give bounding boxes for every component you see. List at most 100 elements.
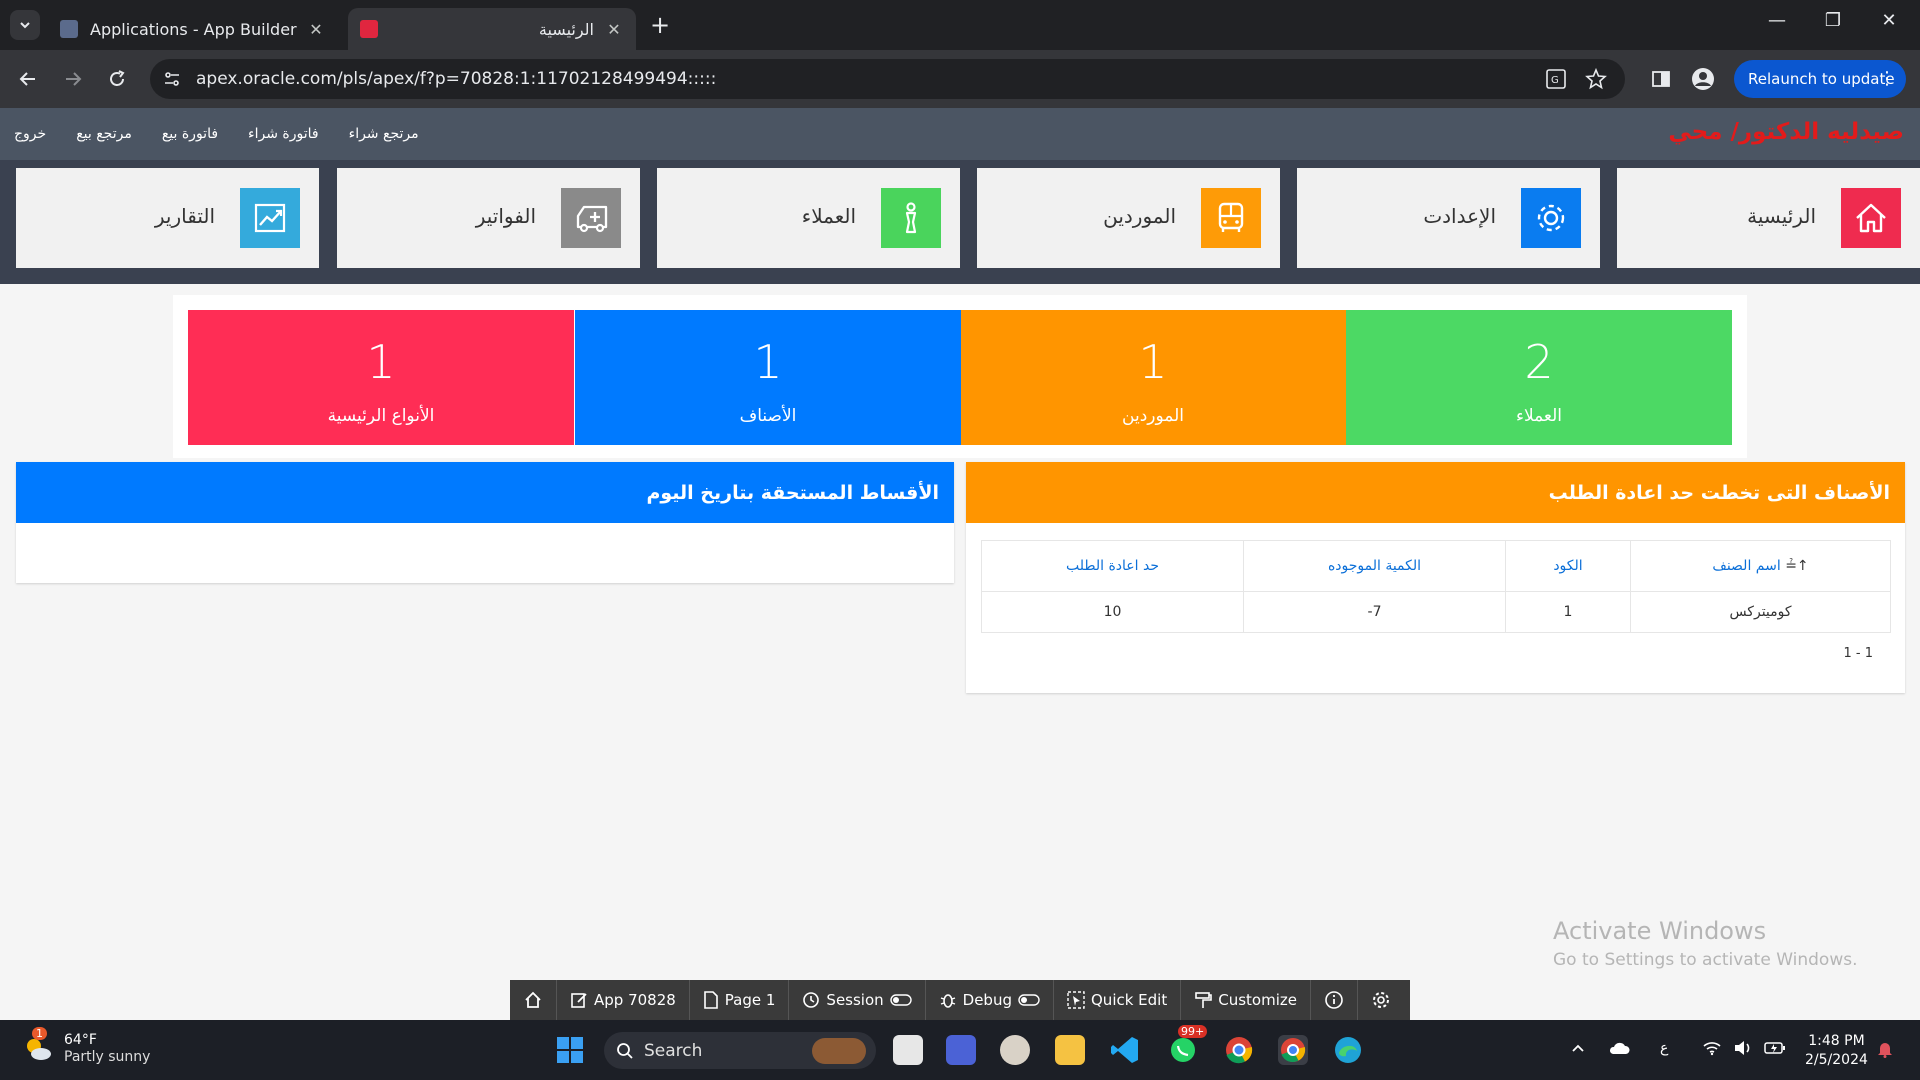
dev-home-button[interactable] — [510, 980, 557, 1020]
stat-suppliers[interactable]: 1 الموردين — [960, 310, 1346, 445]
whatsapp-badge: 99+ — [1178, 1025, 1208, 1038]
dev-debug-button[interactable]: Debug — [926, 980, 1054, 1020]
edit-icon — [571, 993, 587, 1008]
person-icon — [881, 188, 941, 248]
chrome-icon[interactable] — [1224, 1035, 1254, 1065]
teams-icon[interactable] — [946, 1035, 976, 1065]
reorder-panel: الأصناف التى تخطت حد اعادة الطلب ↑≟ اسم … — [966, 462, 1905, 693]
window-close-icon[interactable]: ✕ — [1874, 10, 1904, 31]
app-header: خروج مرتجع بيع فاتورة بيع فاتورة شراء مر… — [0, 108, 1920, 160]
table-row: كوميتركس 1 7- 10 — [981, 591, 1891, 633]
restore-icon[interactable]: ❐ — [1818, 10, 1848, 31]
clock-date: 2/5/2024 — [1805, 1052, 1868, 1068]
wifi-icon[interactable] — [1702, 1040, 1722, 1056]
translate-icon[interactable]: G — [1545, 68, 1567, 90]
stat-main-categories[interactable]: 1 الأنواع الرئيسية — [188, 310, 574, 445]
column-header-item-name[interactable]: ↑≟ اسم الصنف — [1630, 540, 1891, 592]
nav-link-sales-return[interactable]: مرتجع بيع — [76, 126, 132, 142]
bookmark-star-icon[interactable] — [1585, 68, 1607, 90]
app-brand-title[interactable]: صيدليه الدكتور/ محي — [1668, 119, 1904, 145]
java-coffee-icon[interactable] — [1000, 1035, 1030, 1065]
chrome-active-icon[interactable] — [1278, 1035, 1308, 1065]
top-nav: خروج مرتجع بيع فاتورة بيع فاتورة شراء مر… — [14, 126, 419, 142]
column-header-code[interactable]: الكود — [1505, 540, 1631, 592]
stat-label: الموردين — [1122, 406, 1184, 426]
column-header-reorder-limit[interactable]: حد اعادة الطلب — [981, 540, 1244, 592]
dev-page-button[interactable]: Page 1 — [690, 980, 790, 1020]
card-settings[interactable]: الإعدادت — [1297, 168, 1600, 268]
new-tab-button[interactable]: + — [650, 12, 670, 38]
search-label: Search — [644, 1040, 703, 1061]
relaunch-button[interactable]: Relaunch to update ⋮ — [1734, 60, 1906, 98]
back-icon[interactable] — [15, 66, 41, 92]
notification-bell-icon[interactable] — [1876, 1040, 1894, 1058]
stat-items[interactable]: 1 الأصناف — [575, 310, 961, 445]
column-header-quantity[interactable]: الكمية الموجوده — [1243, 540, 1506, 592]
card-suppliers[interactable]: الموردين — [977, 168, 1280, 268]
card-label: الرئيسية — [1747, 204, 1816, 228]
dev-session-button[interactable]: Session — [789, 980, 926, 1020]
card-reports[interactable]: التقارير — [16, 168, 319, 268]
table-header-row: ↑≟ اسم الصنف الكود الكمية الموجوده حد اع… — [981, 540, 1891, 592]
card-customers[interactable]: العملاء — [657, 168, 960, 268]
onedrive-cloud-icon[interactable] — [1608, 1040, 1630, 1056]
system-clock[interactable]: 1:48 PM 2/5/2024 — [1805, 1032, 1868, 1070]
taskbar-search[interactable]: Search — [604, 1032, 876, 1069]
card-invoices[interactable]: الفواتير — [337, 168, 640, 268]
stat-value: 1 — [366, 335, 396, 389]
panel-title: الأصناف التى تخطت حد اعادة الطلب — [966, 462, 1905, 523]
windows-taskbar: 1 64°F Partly sunny Search 99+ ع 1:48 PM… — [0, 1020, 1920, 1080]
dev-info-button[interactable] — [1311, 980, 1358, 1020]
battery-icon[interactable] — [1764, 1040, 1786, 1056]
nav-link-logout[interactable]: خروج — [14, 126, 46, 142]
dev-settings-button[interactable] — [1358, 980, 1404, 1020]
card-label: الإعدادت — [1423, 204, 1496, 228]
forward-icon[interactable] — [60, 66, 86, 92]
stat-value: 1 — [753, 335, 783, 389]
more-menu-icon[interactable]: ⋮ — [1878, 68, 1896, 89]
stat-value: 2 — [1524, 335, 1554, 389]
info-icon — [1325, 991, 1343, 1009]
close-icon[interactable]: ✕ — [306, 20, 326, 39]
address-bar[interactable]: apex.oracle.com/pls/apex/f?p=70828:1:117… — [150, 59, 1625, 99]
side-panel-icon[interactable] — [1648, 66, 1674, 92]
gear-icon — [1372, 992, 1389, 1008]
card-home[interactable]: الرئيسية — [1617, 168, 1920, 268]
stat-customers[interactable]: 2 العملاء — [1346, 310, 1732, 445]
toggle-icon[interactable] — [889, 994, 912, 1006]
tab-search-button[interactable] — [10, 10, 40, 40]
dev-customize-button[interactable]: Customize — [1181, 980, 1311, 1020]
cursor-select-icon — [1067, 991, 1085, 1009]
reload-icon[interactable] — [104, 66, 130, 92]
dev-app-button[interactable]: App 70828 — [557, 980, 690, 1020]
profile-avatar-icon[interactable] — [1690, 66, 1716, 92]
card-label: التقارير — [154, 204, 215, 228]
site-info-icon[interactable] — [162, 69, 182, 89]
windows-start-icon[interactable] — [555, 1035, 585, 1065]
tab-label: الرئيسية — [538, 19, 594, 39]
shortcut-cards: الرئيسية الإعدادت الموردين العملاء الفوا… — [0, 160, 1920, 284]
tab-home[interactable]: الرئيسية ✕ — [348, 8, 636, 50]
chevron-up-icon[interactable] — [1570, 1040, 1586, 1056]
tab-app-builder[interactable]: Applications - App Builder ✕ — [48, 8, 338, 50]
tab-label: Applications - App Builder — [90, 19, 297, 39]
nav-link-sales-invoice[interactable]: فاتورة بيع — [162, 126, 218, 142]
weather-widget[interactable]: 1 64°F Partly sunny — [22, 1027, 150, 1066]
volume-icon[interactable] — [1733, 1040, 1753, 1056]
nav-link-purchase-invoice[interactable]: فاتورة شراء — [248, 126, 319, 142]
reorder-table: ↑≟ اسم الصنف الكود الكمية الموجوده حد اع… — [981, 540, 1891, 633]
table-cell: 7- — [1243, 591, 1506, 633]
session-icon — [803, 992, 820, 1008]
nav-link-purchase-return[interactable]: مرتجع شراء — [349, 126, 419, 142]
folder-icon[interactable] — [1055, 1035, 1085, 1065]
browser-toolbar: apex.oracle.com/pls/apex/f?p=70828:1:117… — [0, 50, 1920, 108]
edge-icon[interactable] — [1333, 1035, 1363, 1065]
close-icon[interactable]: ✕ — [604, 20, 624, 39]
language-indicator[interactable]: ع — [1660, 1040, 1668, 1056]
dev-quick-edit-button[interactable]: Quick Edit — [1054, 980, 1182, 1020]
file-icon[interactable] — [893, 1035, 923, 1065]
toggle-icon[interactable] — [1018, 994, 1040, 1006]
whatsapp-icon[interactable]: 99+ — [1168, 1025, 1208, 1065]
vscode-icon[interactable] — [1110, 1035, 1140, 1065]
minimize-icon[interactable]: — — [1762, 10, 1792, 31]
